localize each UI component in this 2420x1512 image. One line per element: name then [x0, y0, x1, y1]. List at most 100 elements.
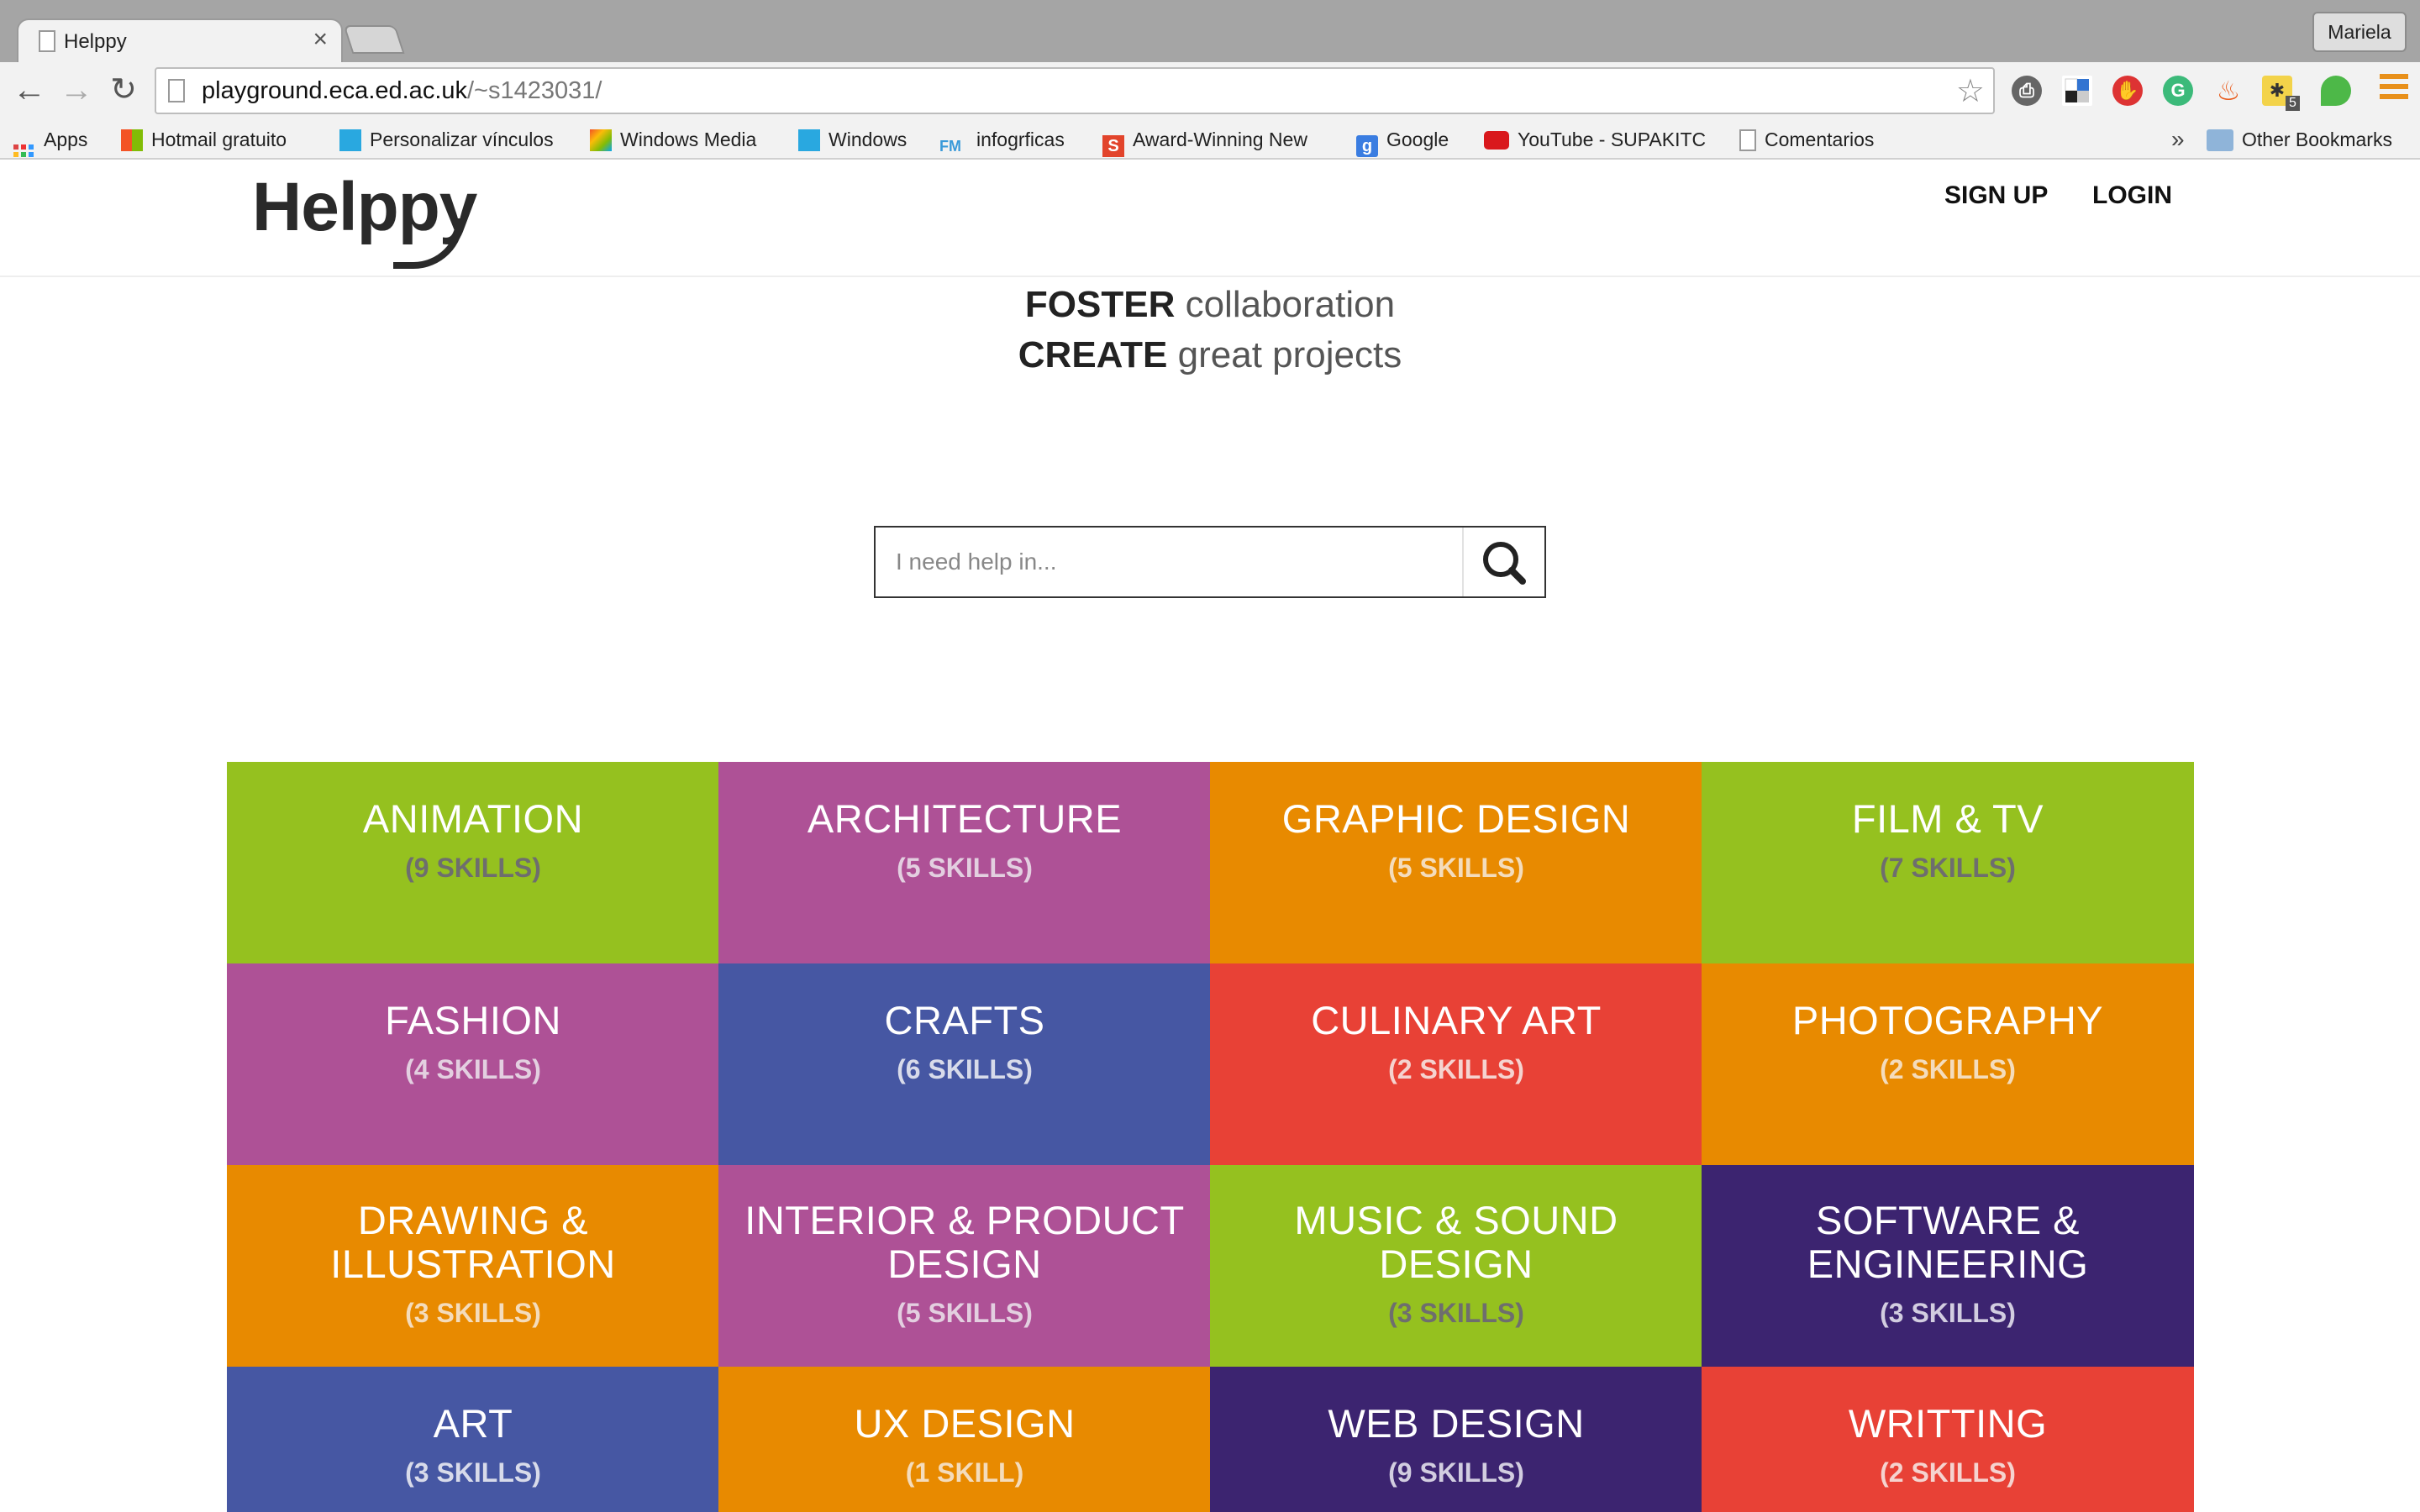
tagline-line-2: CREATE great projects — [0, 334, 2420, 376]
extension-fire-icon[interactable]: ♨ — [2213, 76, 2244, 106]
other-bookmarks[interactable]: Other Bookmarks — [2207, 124, 2392, 155]
bookmark-label: Google — [1386, 129, 1449, 150]
category-skill-count: (6 SKILLS) — [897, 1054, 1033, 1084]
tab-helppy[interactable]: Helppy × — [17, 18, 343, 64]
category-name: ANIMATION — [362, 796, 584, 841]
tagline-text: collaboration — [1175, 284, 1396, 325]
category-name: CRAFTS — [884, 998, 1045, 1042]
category-skill-count: (5 SKILLS) — [897, 853, 1033, 883]
signup-link[interactable]: SIGN UP — [1944, 181, 2048, 210]
address-bar[interactable]: playground.eca.ed.ac.uk/~s1423031/ ☆ — [155, 67, 1995, 114]
category-name: DRAWING & ILLUSTRATION — [330, 1198, 616, 1286]
logo-swoosh — [393, 218, 464, 269]
category-name: CULINARY ART — [1311, 998, 1602, 1042]
tagline-emphasis: FOSTER — [1024, 284, 1176, 325]
category-tile[interactable]: WRITTING (2 SKILLS) — [1702, 1367, 2194, 1512]
bookmark-youtube[interactable]: YouTube - SUPAKITC — [1484, 124, 1711, 155]
url-path: /~s1423031/ — [467, 77, 602, 104]
category-skill-count: (5 SKILLS) — [897, 1298, 1033, 1328]
extension-evernote-icon[interactable] — [2321, 76, 2351, 106]
category-skill-count: (3 SKILLS) — [405, 1457, 541, 1488]
bookmark-windows-media[interactable]: Windows Media — [590, 124, 756, 155]
category-name: ARCHITECTURE — [807, 796, 1123, 841]
reload-icon[interactable]: ↻ — [103, 69, 145, 111]
extension-adblock-icon[interactable]: ✋ — [2112, 76, 2143, 106]
bookmark-google[interactable]: g Google — [1356, 124, 1449, 157]
new-tab-button[interactable] — [343, 25, 405, 54]
category-skill-count: (2 SKILLS) — [1880, 1457, 2016, 1488]
menu-icon[interactable] — [2380, 74, 2408, 108]
category-grid: ANIMATION (9 SKILLS) ARCHITECTURE (5 SKILLS… — [227, 762, 2194, 1512]
category-tile[interactable]: DRAWING & ILLUSTRATION (3 SKILLS) — [227, 1165, 719, 1368]
category-tile[interactable]: FILM & TV (7 SKILLS) — [1702, 762, 2194, 964]
category-skill-count: (2 SKILLS) — [1880, 1054, 2016, 1084]
profile-button[interactable]: Mariela — [2312, 12, 2407, 52]
category-name: FASHION — [385, 998, 561, 1042]
category-tile[interactable]: ANIMATION (9 SKILLS) — [227, 762, 719, 964]
category-name: PHOTOGRAPHY — [1791, 998, 2104, 1042]
category-skill-count: (1 SKILL) — [905, 1457, 1024, 1488]
windows-logo-icon — [798, 129, 820, 151]
extension-badge: 5 — [2286, 96, 2300, 111]
url-host: playground.eca.ed.ac.uk — [202, 77, 467, 104]
extension-grammarly-icon[interactable]: G — [2163, 76, 2193, 106]
extension-print-icon[interactable]: ⎙ — [2012, 76, 2042, 106]
bookmark-windows[interactable]: Windows — [798, 124, 907, 155]
search-input[interactable] — [876, 528, 1462, 596]
bookmark-infograficas[interactable]: FM infogrficas — [939, 124, 1065, 155]
url-text: playground.eca.ed.ac.uk/~s1423031/ — [202, 77, 602, 105]
category-tile[interactable]: ARCHITECTURE (5 SKILLS) — [718, 762, 1211, 964]
category-name: SOFTWARE & ENGINEERING — [1807, 1198, 2089, 1286]
tab-strip: Helppy × Mariela — [0, 0, 2420, 64]
category-tile[interactable]: MUSIC & SOUND DESIGN (3 SKILLS) — [1210, 1165, 1702, 1368]
category-tile[interactable]: UX DESIGN (1 SKILL) — [718, 1367, 1211, 1512]
login-link[interactable]: LOGIN — [2092, 181, 2172, 210]
category-name: GRAPHIC DESIGN — [1281, 796, 1631, 841]
bookmark-label: Windows — [829, 129, 908, 150]
category-name: FILM & TV — [1851, 796, 2044, 841]
category-tile[interactable]: GRAPHIC DESIGN (5 SKILLS) — [1210, 762, 1702, 964]
category-skill-count: (2 SKILLS) — [1388, 1054, 1524, 1084]
bookmark-apps[interactable]: Apps — [13, 124, 88, 165]
bookmark-award-winning[interactable]: S Award-Winning New — [1102, 124, 1307, 157]
category-skill-count: (7 SKILLS) — [1880, 853, 2016, 883]
extension-delicious-icon[interactable] — [2062, 76, 2092, 106]
navigation-bar: ← → ↻ playground.eca.ed.ac.uk/~s1423031/… — [0, 62, 2420, 119]
category-tile[interactable]: FASHION (4 SKILLS) — [227, 963, 719, 1166]
youtube-logo-icon — [1484, 131, 1509, 150]
search-box — [874, 526, 1546, 598]
browser-chrome: Helppy × Mariela ← → ↻ playground.eca.ed… — [0, 0, 2420, 165]
folder-icon — [2207, 129, 2233, 151]
bookmarks-overflow-chevron-icon[interactable]: » — [2171, 124, 2185, 155]
bookmark-label: Apps — [44, 129, 88, 150]
category-name: MUSIC & SOUND DESIGN — [1294, 1198, 1618, 1286]
category-skill-count: (9 SKILLS) — [405, 853, 541, 883]
category-tile[interactable]: ART (3 SKILLS) — [227, 1367, 719, 1512]
category-tile[interactable]: SOFTWARE & ENGINEERING (3 SKILLS) — [1702, 1165, 2194, 1368]
category-skill-count: (4 SKILLS) — [405, 1054, 541, 1084]
search-button[interactable] — [1464, 528, 1544, 596]
category-tile[interactable]: CRAFTS (6 SKILLS) — [718, 963, 1211, 1166]
other-bookmarks-label: Other Bookmarks — [2242, 129, 2392, 150]
tagline-emphasis: CREATE — [1018, 334, 1168, 375]
windows-logo-icon — [121, 129, 143, 151]
windows-flag-icon — [590, 129, 612, 151]
category-tile[interactable]: CULINARY ART (2 SKILLS) — [1210, 963, 1702, 1166]
close-icon[interactable]: × — [313, 25, 328, 54]
bookmark-personalizar[interactable]: Personalizar vínculos — [339, 124, 554, 155]
category-skill-count: (5 SKILLS) — [1388, 853, 1524, 883]
forward-arrow-icon[interactable]: → — [55, 69, 97, 111]
site-header: Helppy SIGN UP LOGIN — [0, 160, 2420, 277]
category-name: WRITTING — [1848, 1401, 2048, 1446]
bookmark-star-icon[interactable]: ☆ — [1956, 72, 1985, 110]
google-logo-icon: g — [1356, 135, 1378, 157]
back-arrow-icon[interactable]: ← — [8, 69, 50, 111]
bookmark-label: Award-Winning New — [1133, 129, 1307, 150]
category-skill-count: (3 SKILLS) — [1880, 1298, 2016, 1328]
category-tile[interactable]: PHOTOGRAPHY (2 SKILLS) — [1702, 963, 2194, 1166]
bookmark-hotmail[interactable]: Hotmail gratuito — [121, 124, 287, 155]
bookmark-comentarios[interactable]: Comentarios — [1739, 124, 1874, 155]
category-tile[interactable]: INTERIOR & PRODUCT DESIGN (5 SKILLS) — [718, 1165, 1211, 1368]
category-tile[interactable]: WEB DESIGN (9 SKILLS) — [1210, 1367, 1702, 1512]
tagline-line-1: FOSTER collaboration — [0, 284, 2420, 326]
